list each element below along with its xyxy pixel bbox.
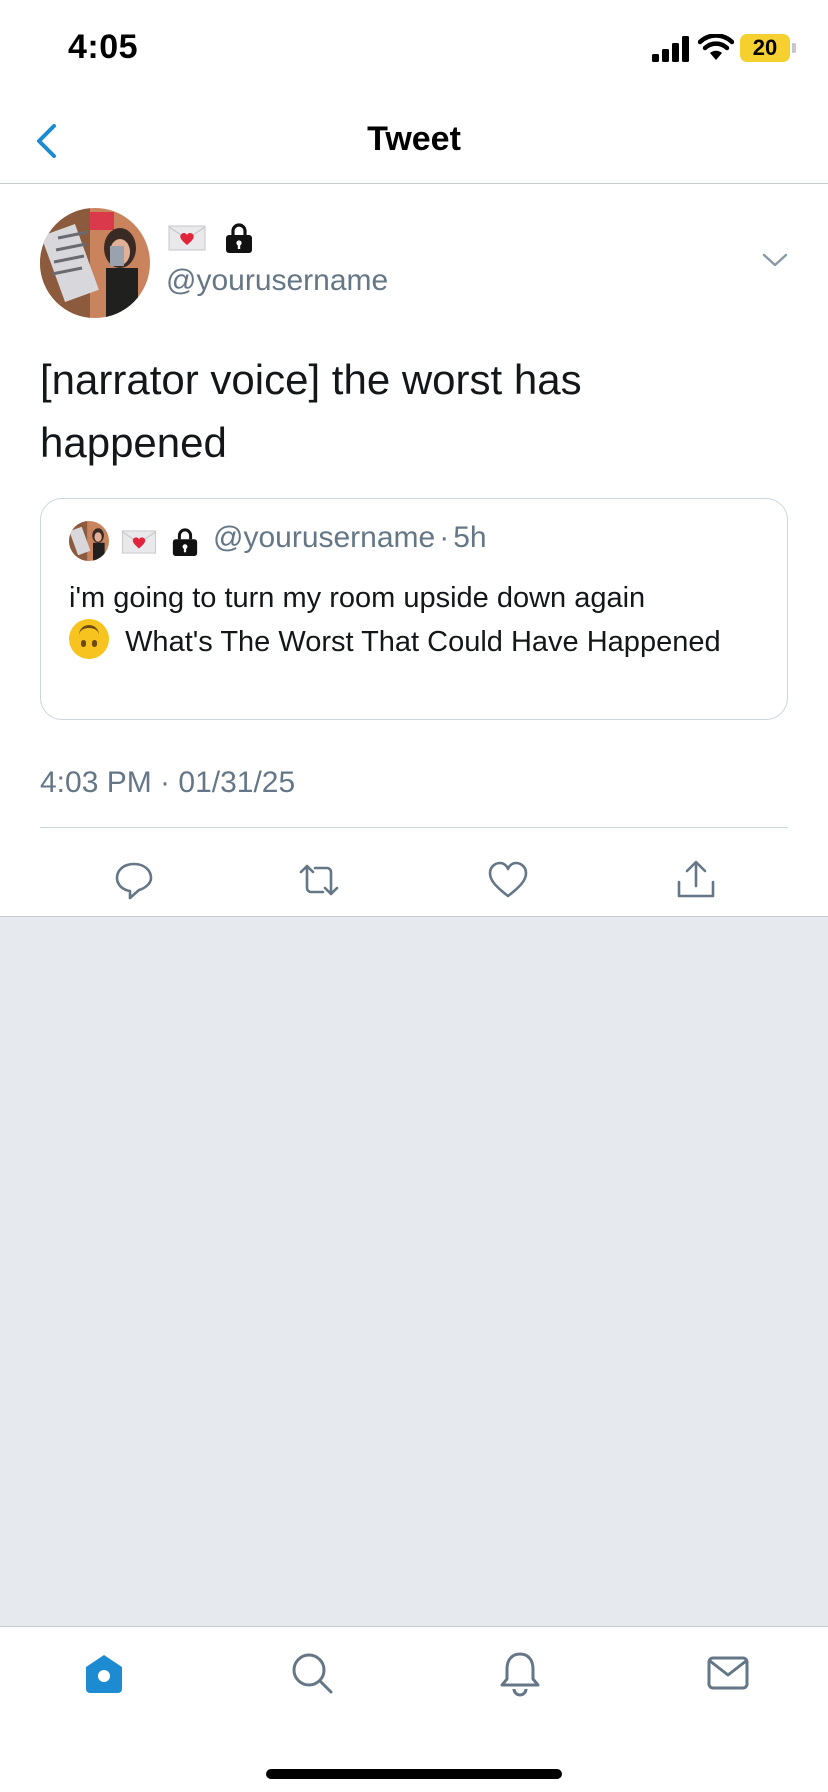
retweet-icon[interactable] bbox=[297, 858, 341, 902]
lock-icon bbox=[226, 223, 252, 253]
quoted-text-rest: What's The Worst That Could Have Happene… bbox=[125, 626, 721, 658]
avatar-photo bbox=[40, 208, 150, 318]
home-icon[interactable] bbox=[80, 1649, 128, 1697]
wifi-icon bbox=[698, 34, 734, 60]
signal-icon bbox=[652, 36, 689, 62]
divider bbox=[40, 827, 788, 828]
meta-separator: · bbox=[439, 521, 450, 554]
tweet-text: [narrator voice] the worst has happened bbox=[40, 356, 582, 466]
lock-icon bbox=[172, 528, 198, 556]
love-letter-icon bbox=[168, 225, 206, 251]
quoted-tweet[interactable]: @yourusername · 5h i'm going to turn my ro… bbox=[40, 498, 788, 720]
share-icon[interactable] bbox=[674, 858, 718, 902]
quoted-text: i'm going to turn my room upside down ag… bbox=[69, 577, 769, 663]
quoted-avatar-photo bbox=[69, 521, 109, 561]
love-letter-icon bbox=[121, 530, 157, 554]
messages-icon[interactable] bbox=[704, 1649, 752, 1697]
status-bar: 4:05 20 bbox=[0, 0, 828, 100]
status-time: 4:05 bbox=[68, 28, 139, 66]
home-indicator bbox=[266, 1769, 562, 1779]
page-title: Tweet bbox=[367, 120, 461, 158]
quoted-handle: @yourusername bbox=[213, 521, 436, 554]
author-handle[interactable]: @yourusername bbox=[166, 264, 388, 298]
battery-indicator: 20 bbox=[740, 34, 790, 62]
author-name-row[interactable] bbox=[168, 222, 254, 254]
notifications-icon[interactable] bbox=[496, 1649, 544, 1697]
quoted-text-line-1: i'm going to turn my room upside down ag… bbox=[69, 582, 646, 614]
quoted-name-row bbox=[121, 527, 199, 557]
nav-bar: Tweet bbox=[0, 100, 828, 184]
reply-icon[interactable] bbox=[112, 858, 156, 902]
avatar[interactable] bbox=[40, 208, 150, 318]
battery-nub bbox=[792, 43, 796, 53]
quoted-avatar bbox=[69, 521, 109, 561]
quoted-time-ago: 5h bbox=[453, 521, 487, 554]
empty-replies-area bbox=[0, 916, 828, 1626]
upside-down-face-icon bbox=[69, 619, 109, 659]
search-icon[interactable] bbox=[288, 1649, 336, 1697]
tab-bar bbox=[0, 1626, 828, 1792]
quoted-meta: @yourusername · 5h bbox=[213, 521, 487, 555]
like-icon[interactable] bbox=[486, 858, 530, 902]
tweet-timestamp: 4:03 PM · 01/31/25 bbox=[40, 766, 296, 799]
chevron-down-icon[interactable] bbox=[760, 250, 790, 270]
